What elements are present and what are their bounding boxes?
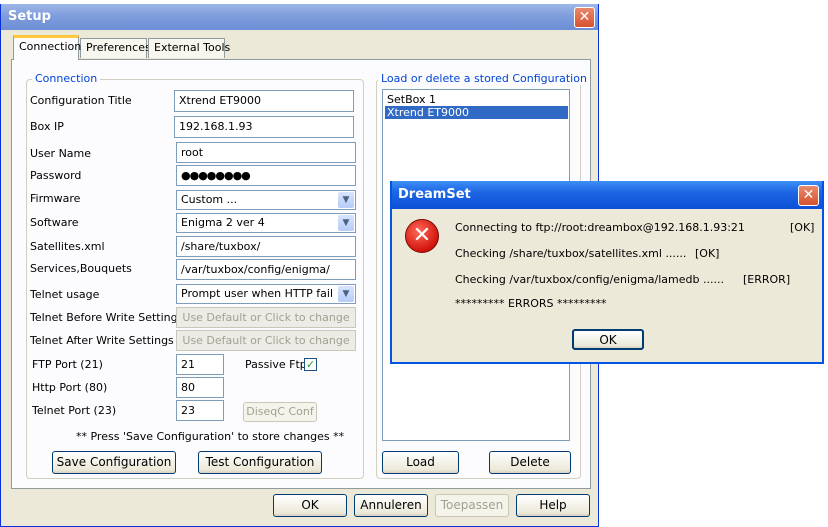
- stored-config-legend: Load or delete a stored Configuration: [378, 72, 590, 85]
- config-title-label: Configuration Title: [30, 94, 132, 107]
- box-ip-input[interactable]: 192.168.1.93: [174, 116, 354, 138]
- config-title-input[interactable]: Xtrend ET9000: [174, 90, 354, 112]
- services-input[interactable]: /var/tuxbox/config/enigma/: [176, 259, 356, 280]
- message-status-3: [ERROR]: [743, 273, 791, 286]
- password-input[interactable]: ●●●●●●●●: [176, 165, 356, 186]
- test-configuration-button[interactable]: Test Configuration: [198, 451, 322, 474]
- dialog-ok-button[interactable]: OK: [572, 329, 644, 350]
- message-status-1: [OK]: [790, 221, 815, 234]
- telnet-after-input[interactable]: Use Default or Click to change: [176, 330, 356, 351]
- ftp-port-label: FTP Port (21): [32, 358, 103, 371]
- telnet-after-label: Telnet After Write Settings: [30, 334, 174, 347]
- passive-ftp-label: Passive Ftp: [245, 358, 307, 371]
- cancel-button[interactable]: Annuleren: [354, 494, 428, 517]
- save-configuration-button[interactable]: Save Configuration: [52, 451, 176, 474]
- firmware-select[interactable]: Custom ... ▼: [176, 190, 356, 210]
- load-button[interactable]: Load: [382, 451, 459, 474]
- chevron-down-icon[interactable]: ▼: [338, 215, 354, 231]
- telnet-usage-select[interactable]: Prompt user when HTTP fail ▼: [176, 284, 356, 304]
- telnet-port-input[interactable]: 23: [176, 400, 224, 421]
- error-icon: ✕: [405, 219, 439, 253]
- list-item-selected[interactable]: Xtrend ET9000: [385, 106, 568, 119]
- diseqc-conf-button[interactable]: DiseqC Conf: [243, 402, 317, 422]
- satellites-input[interactable]: /share/tuxbox/: [176, 236, 356, 257]
- close-icon[interactable]: ✕: [574, 7, 595, 28]
- tab-connection[interactable]: Connection: [13, 35, 81, 60]
- message-line-1: Connecting to ftp://root:dreambox@192.16…: [455, 221, 745, 234]
- list-item[interactable]: SetBox 1: [385, 93, 438, 106]
- firmware-value: Custom ...: [181, 193, 238, 206]
- telnet-usage-label: Telnet usage: [30, 288, 100, 301]
- ok-button[interactable]: OK: [273, 494, 347, 517]
- chevron-down-icon[interactable]: ▼: [338, 192, 354, 208]
- chevron-down-icon[interactable]: ▼: [338, 286, 354, 302]
- software-label: Software: [30, 216, 79, 229]
- message-line-3: Checking /var/tuxbox/config/enigma/lamed…: [455, 273, 724, 286]
- services-label: Services,Bouquets: [30, 262, 132, 275]
- http-port-label: Http Port (80): [32, 381, 108, 394]
- apply-button[interactable]: Toepassen: [435, 494, 509, 517]
- setup-title: Setup: [8, 9, 51, 24]
- dreamset-title: DreamSet: [398, 187, 471, 202]
- dreamset-titlebar[interactable]: DreamSet ✕: [392, 181, 822, 209]
- tab-external-tools[interactable]: External Tools: [148, 38, 230, 58]
- help-button[interactable]: Help: [516, 494, 590, 517]
- software-value: Enigma 2 ver 4: [181, 216, 265, 229]
- dreamset-dialog: DreamSet ✕ ✕ Connecting to ftp://root:dr…: [390, 181, 824, 364]
- software-select[interactable]: Enigma 2 ver 4 ▼: [176, 213, 356, 233]
- telnet-before-label: Telnet Before Write Settings: [30, 311, 184, 324]
- user-name-input[interactable]: root: [176, 142, 356, 163]
- box-ip-label: Box IP: [30, 120, 64, 133]
- satellites-label: Satellites.xml: [30, 240, 105, 253]
- passive-ftp-checkbox[interactable]: ✓: [304, 358, 317, 371]
- save-hint: ** Press 'Save Configuration' to store c…: [76, 430, 345, 443]
- telnet-usage-value: Prompt user when HTTP fail: [181, 287, 334, 300]
- message-line-2: Checking /share/tuxbox/satellites.xml ..…: [455, 247, 687, 260]
- telnet-before-input[interactable]: Use Default or Click to change: [176, 307, 356, 328]
- telnet-port-label: Telnet Port (23): [32, 404, 117, 417]
- firmware-label: Firmware: [30, 192, 81, 205]
- tab-preferences[interactable]: Preferences: [80, 38, 151, 58]
- ftp-port-input[interactable]: 21: [176, 354, 224, 375]
- message-status-2: [OK]: [695, 247, 720, 260]
- setup-titlebar[interactable]: Setup ✕: [1, 4, 598, 30]
- close-icon[interactable]: ✕: [798, 185, 819, 206]
- password-label: Password: [30, 169, 82, 182]
- delete-button[interactable]: Delete: [489, 451, 571, 474]
- user-name-label: User Name: [30, 147, 92, 160]
- http-port-input[interactable]: 80: [176, 377, 224, 398]
- connection-legend: Connection: [32, 72, 101, 85]
- errors-summary: ********* ERRORS *********: [455, 297, 607, 310]
